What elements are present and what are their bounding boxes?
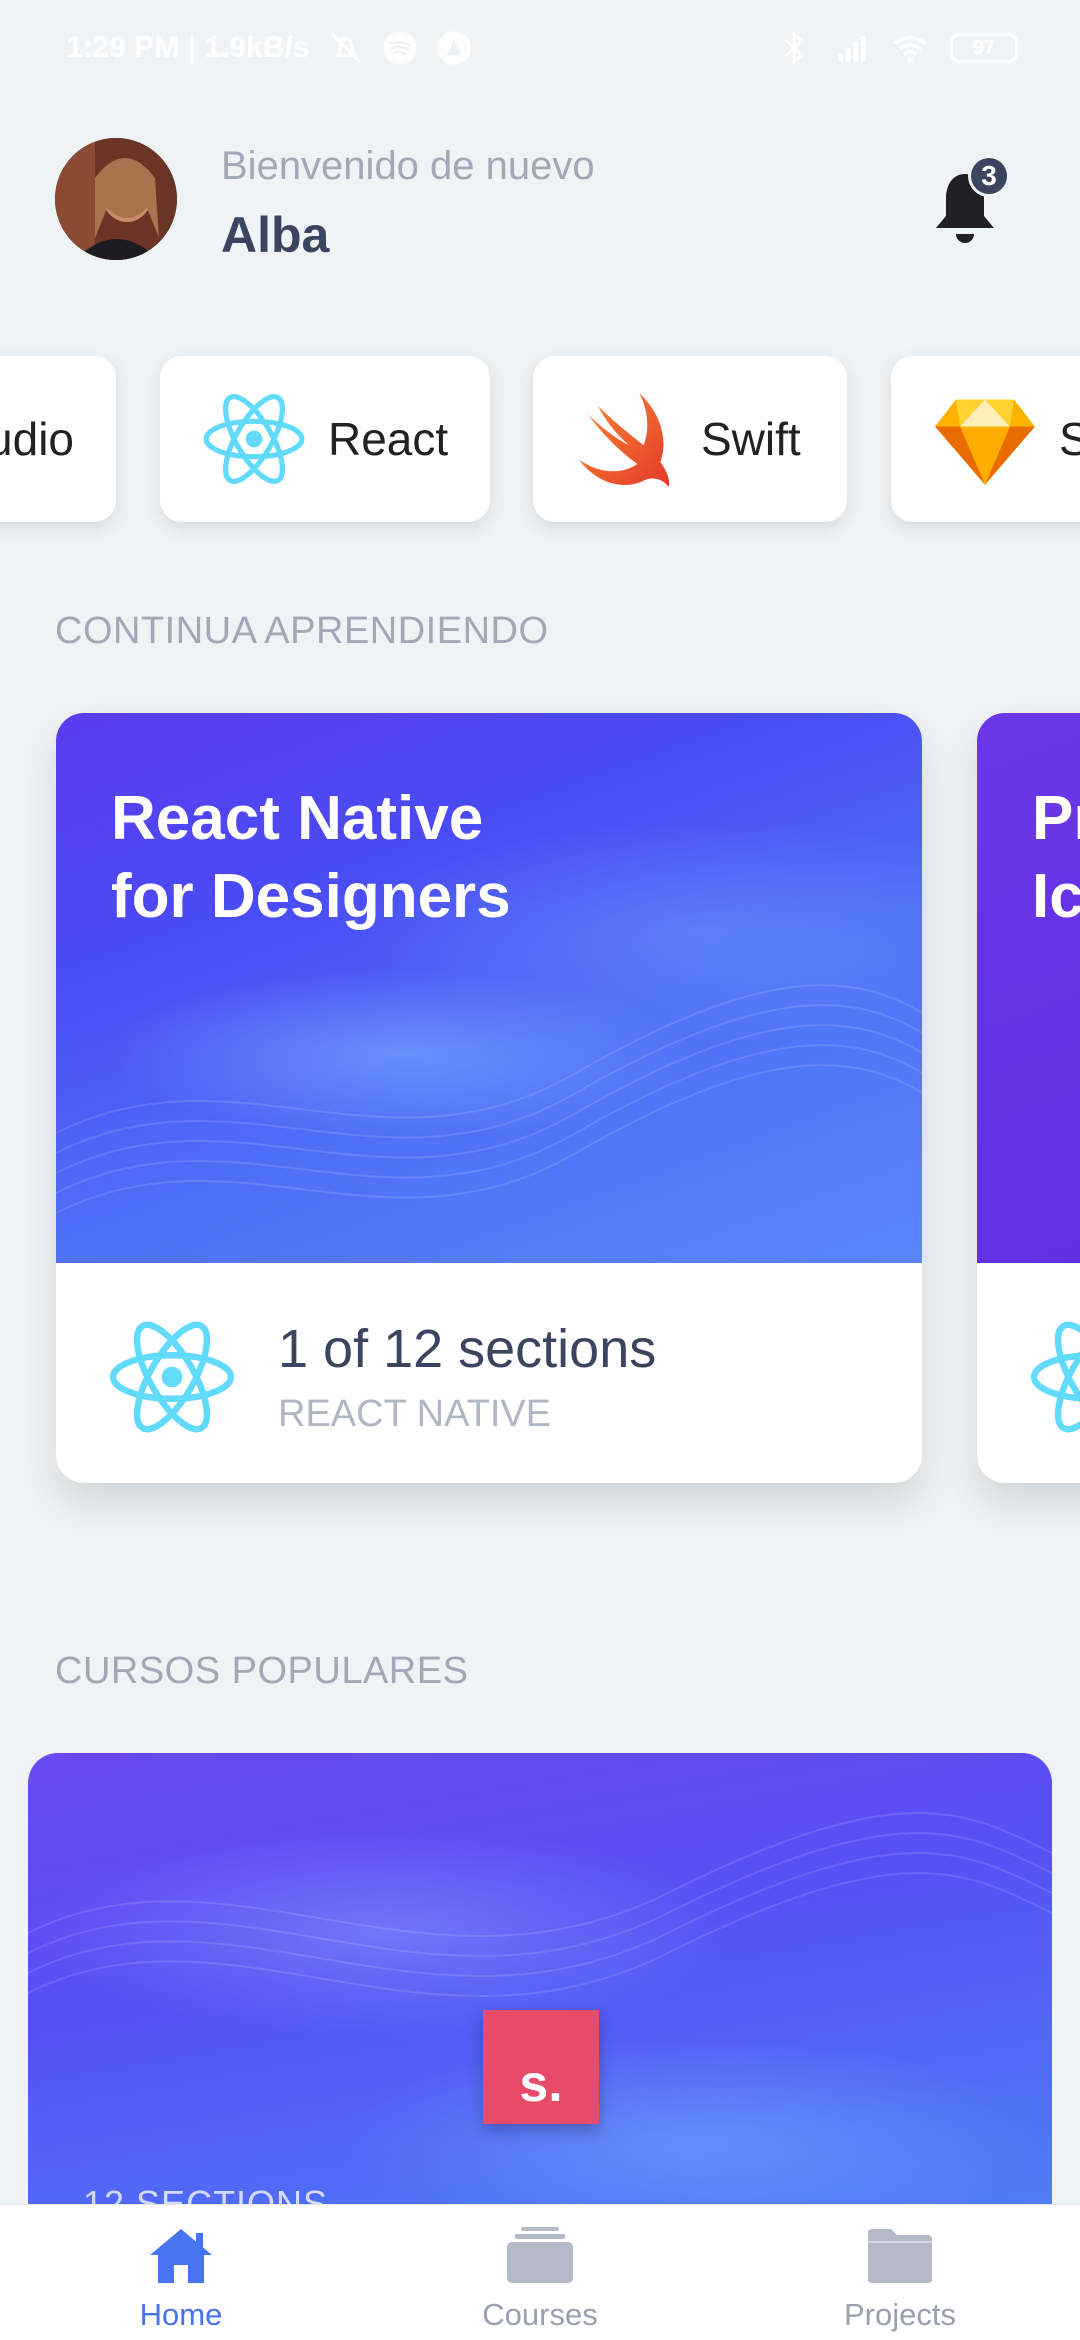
sketch-icon — [935, 399, 1035, 485]
chip-label: udio — [0, 413, 74, 465]
home-icon — [150, 2229, 212, 2283]
course-card-cover: Pr Ic — [977, 713, 1080, 1263]
course-logo: s. — [483, 2010, 599, 2124]
course-title-line1: React Native — [111, 784, 484, 853]
avatar[interactable] — [55, 138, 177, 260]
spotify-icon — [383, 31, 417, 65]
section-title-popular: CURSOS POPULARES — [55, 1650, 469, 1692]
course-progress: 1 of 12 sections — [278, 1319, 657, 1379]
course-card-title: React Native for Designers — [111, 780, 511, 936]
home-screen: 1:29 PM | 1.9kB/s 97 Bienvenido de nuevo… — [0, 0, 1080, 2340]
chip-react[interactable]: React — [160, 356, 490, 522]
swift-icon — [579, 393, 670, 487]
do-not-disturb-icon — [330, 33, 361, 63]
wifi-icon — [893, 36, 927, 63]
course-card-title: Pr Ic — [1032, 780, 1080, 936]
course-card-cover: React Native for Designers — [56, 713, 922, 1263]
bottom-tab-bar: Home Courses Projects — [0, 2204, 1080, 2340]
status-time: 1:29 PM | 1.9kB/s — [66, 31, 310, 64]
app-notification-icon — [437, 31, 471, 65]
chip-studio[interactable]: udio — [0, 356, 116, 522]
course-title-line2: for Designers — [111, 862, 511, 931]
notification-badge: 3 — [968, 155, 1010, 197]
tab-courses[interactable]: Courses — [420, 2205, 660, 2340]
chip-sketch[interactable]: S — [891, 356, 1080, 522]
chip-label: React — [328, 413, 449, 465]
react-icon — [203, 394, 305, 484]
tab-label: Home — [139, 2297, 223, 2332]
section-title-continue: CONTINUA APRENDIENDO — [55, 610, 549, 652]
tab-projects[interactable]: Projects — [780, 2205, 1020, 2340]
battery-level: 97 — [972, 36, 996, 59]
tab-label: Projects — [844, 2297, 956, 2332]
react-icon — [109, 1321, 235, 1433]
courses-icon — [507, 2227, 573, 2283]
react-icon — [1030, 1321, 1080, 1433]
tab-home[interactable]: Home — [61, 2205, 301, 2340]
chip-label: S — [1059, 413, 1080, 465]
avatar-portrait — [55, 138, 177, 260]
tab-label: Courses — [482, 2297, 598, 2332]
chip-label: Swift — [701, 413, 801, 465]
user-name: Alba — [221, 207, 330, 263]
course-title-line1: Pr — [1032, 784, 1080, 853]
course-title-line2: Ic — [1032, 862, 1080, 931]
chip-swift[interactable]: Swift — [533, 356, 847, 522]
course-card[interactable]: React Native for Designers 1 of 12 secti… — [56, 713, 922, 1483]
status-bar: 1:29 PM | 1.9kB/s 97 — [0, 0, 1080, 100]
course-card[interactable]: Pr Ic — [977, 713, 1080, 1483]
course-category: REACT NATIVE — [278, 1393, 552, 1435]
bluetooth-icon — [785, 31, 804, 65]
folder-icon — [868, 2229, 932, 2283]
battery-icon: 97 — [950, 33, 1018, 63]
topic-chips: udio React Swift — [0, 356, 1080, 526]
welcome-text: Bienvenido de nuevo — [221, 144, 595, 188]
signal-icon — [838, 36, 866, 62]
